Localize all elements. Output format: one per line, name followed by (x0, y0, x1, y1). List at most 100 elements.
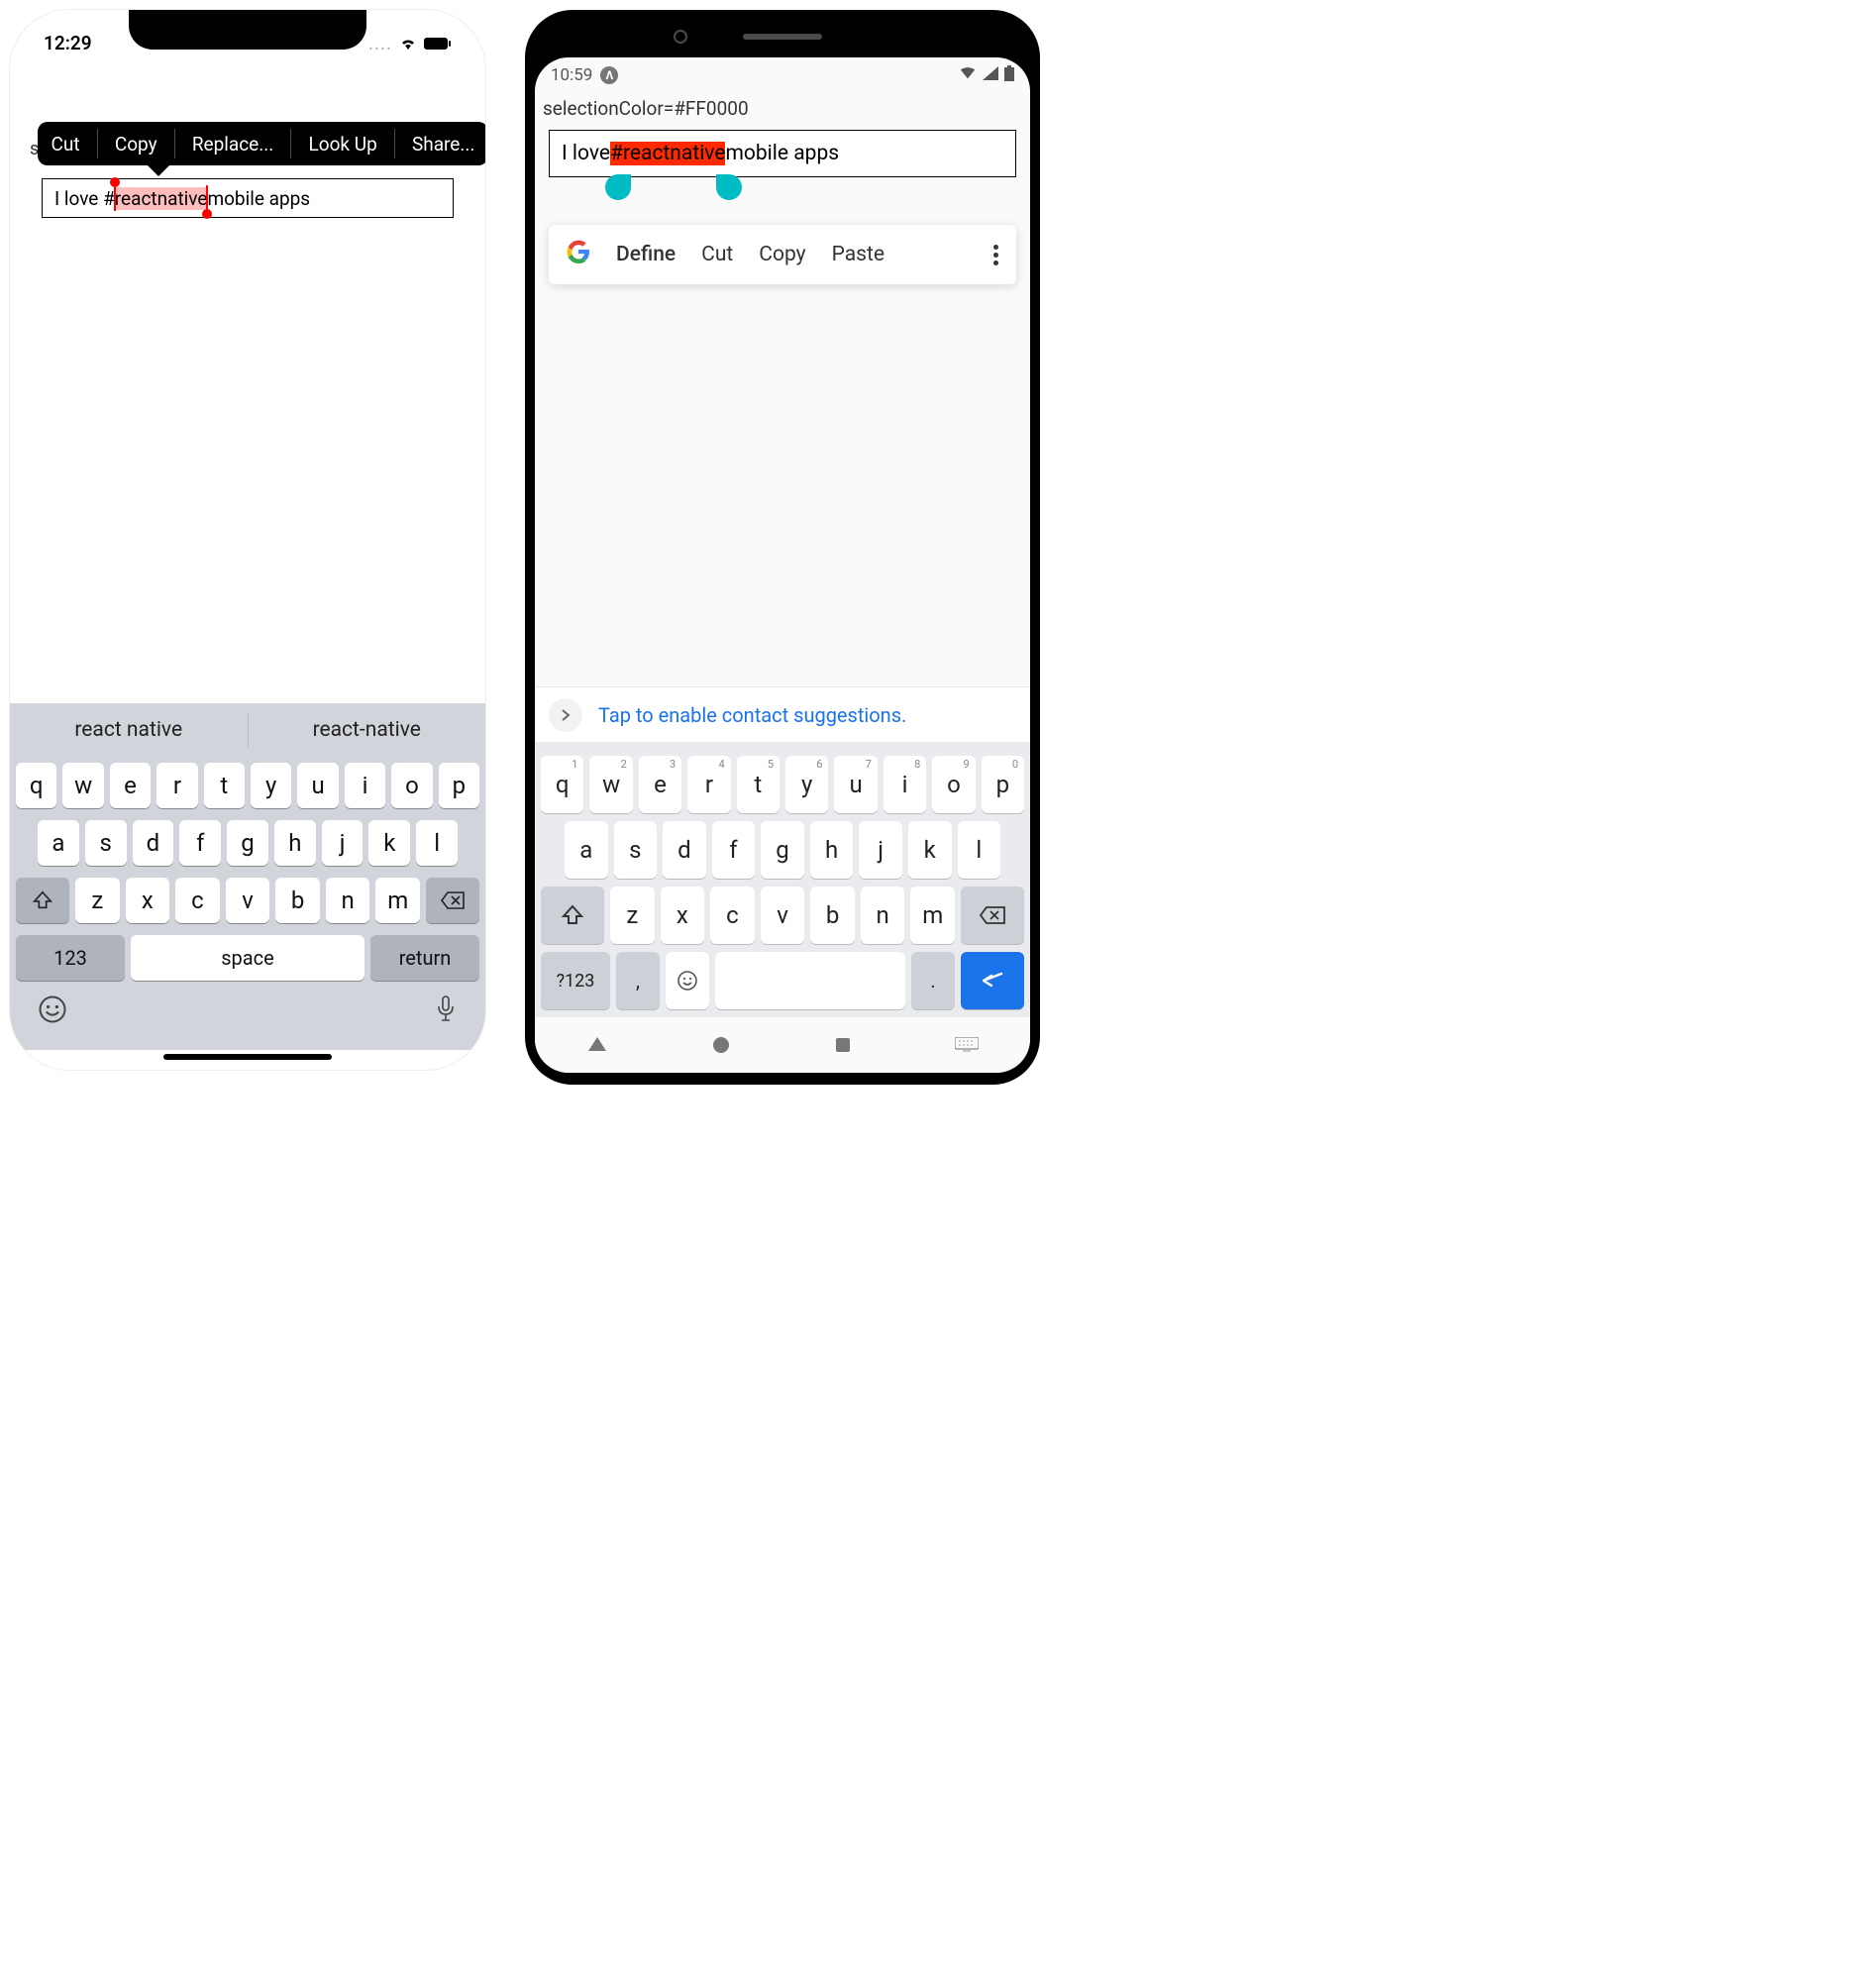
key-q[interactable]: q1 (541, 756, 583, 813)
return-key[interactable]: return (370, 935, 479, 981)
key-g[interactable]: g (227, 820, 268, 866)
selection-handle-left[interactable] (605, 174, 631, 200)
dictation-key[interactable] (434, 994, 458, 1028)
ios-home-indicator[interactable] (163, 1054, 332, 1060)
key-c[interactable]: c (710, 887, 755, 944)
key-p[interactable]: p (439, 763, 479, 808)
key-h[interactable]: h (274, 820, 316, 866)
ios-menu-arrow (147, 164, 170, 176)
key-i[interactable]: i8 (884, 756, 926, 813)
key-e[interactable]: e (110, 763, 151, 808)
key-k[interactable]: k (908, 821, 952, 879)
key-n[interactable]: n (861, 887, 905, 944)
space-key[interactable] (715, 952, 905, 1009)
enter-key[interactable] (961, 952, 1024, 1009)
key-j[interactable]: j (859, 821, 902, 879)
suggestion-1[interactable]: react native (10, 703, 248, 757)
key-p[interactable]: p0 (982, 756, 1024, 813)
android-keyboard-container: Tap to enable contact suggestions. q1 w2… (535, 686, 1030, 1073)
menu-copy[interactable]: Copy (105, 133, 167, 156)
key-n[interactable]: n (326, 878, 370, 923)
key-u[interactable]: u7 (834, 756, 877, 813)
key-r[interactable]: r (156, 763, 197, 808)
input-selection[interactable]: #reactnative (610, 142, 725, 165)
key-e[interactable]: e3 (639, 756, 681, 813)
key-q[interactable]: q (16, 763, 56, 808)
keyboard-switch-icon[interactable] (955, 1037, 979, 1053)
backspace-key[interactable] (426, 878, 479, 923)
numbers-key[interactable]: 123 (16, 935, 125, 981)
key-c[interactable]: c (175, 878, 220, 923)
comma-key[interactable]: , (616, 952, 660, 1009)
key-k[interactable]: k (368, 820, 410, 866)
key-o[interactable]: o9 (932, 756, 975, 813)
emoji-key[interactable] (38, 994, 67, 1028)
key-f[interactable]: f (179, 820, 221, 866)
key-r[interactable]: r4 (687, 756, 730, 813)
key-l[interactable]: l (416, 820, 458, 866)
key-w[interactable]: w2 (589, 756, 632, 813)
key-j[interactable]: j (322, 820, 364, 866)
android-text-input[interactable]: I love #reactnative mobile apps (549, 130, 1016, 177)
menu-lookup[interactable]: Look Up (299, 133, 387, 156)
selection-handle-right[interactable] (716, 174, 742, 200)
ios-device: 12:29 .... se Cut Copy Replace... Look U… (10, 10, 485, 1070)
key-l[interactable]: l (958, 821, 1001, 879)
key-a[interactable]: a (565, 821, 608, 879)
nav-back[interactable] (586, 1034, 608, 1056)
key-g[interactable]: g (761, 821, 804, 879)
android-speaker (743, 34, 822, 40)
menu-replace[interactable]: Replace... (182, 133, 283, 156)
menu-copy[interactable]: Copy (759, 243, 805, 266)
key-m[interactable]: m (910, 887, 955, 944)
symbols-key[interactable]: ?123 (541, 952, 610, 1009)
key-f[interactable]: f (712, 821, 756, 879)
suggestion-hint[interactable]: Tap to enable contact suggestions. (535, 686, 1030, 742)
selection-handle-left[interactable] (114, 185, 116, 211)
key-i[interactable]: i (345, 763, 385, 808)
key-u[interactable]: u (297, 763, 338, 808)
shift-key[interactable] (541, 887, 604, 944)
key-t[interactable]: t5 (737, 756, 780, 813)
key-a[interactable]: a (38, 820, 79, 866)
shift-key[interactable] (16, 878, 69, 923)
key-o[interactable]: o (391, 763, 432, 808)
key-x[interactable]: x (126, 878, 170, 923)
key-s[interactable]: s (614, 821, 658, 879)
key-s[interactable]: s (85, 820, 127, 866)
menu-share[interactable]: Share... (402, 133, 484, 156)
selection-handle-right[interactable] (206, 185, 208, 211)
key-t[interactable]: t (204, 763, 245, 808)
chevron-right-icon[interactable] (549, 698, 582, 732)
key-m[interactable]: m (375, 878, 420, 923)
input-after: mobile apps (725, 142, 839, 165)
key-x[interactable]: x (661, 887, 705, 944)
nav-recent[interactable] (834, 1036, 852, 1054)
key-d[interactable]: d (133, 820, 174, 866)
emoji-key[interactable] (666, 952, 709, 1009)
key-b[interactable]: b (275, 878, 320, 923)
key-h[interactable]: h (810, 821, 854, 879)
menu-cut[interactable]: Cut (42, 133, 90, 156)
period-key[interactable]: . (911, 952, 955, 1009)
menu-more-icon[interactable] (993, 245, 998, 265)
key-v[interactable]: v (226, 878, 270, 923)
key-w[interactable]: w (62, 763, 103, 808)
key-d[interactable]: d (663, 821, 706, 879)
suggestion-2[interactable]: react-native (249, 703, 486, 757)
key-y[interactable]: y6 (785, 756, 828, 813)
ios-text-input[interactable]: I love #reactnative mobile apps (42, 178, 454, 218)
key-y[interactable]: y (251, 763, 291, 808)
space-key[interactable]: space (131, 935, 364, 981)
menu-define[interactable]: Define (616, 243, 676, 266)
key-z[interactable]: z (75, 878, 120, 923)
key-z[interactable]: z (610, 887, 655, 944)
menu-paste[interactable]: Paste (832, 243, 885, 266)
nav-home[interactable] (711, 1035, 731, 1055)
input-selection[interactable]: reactnative (115, 187, 208, 210)
backspace-key[interactable] (961, 887, 1024, 944)
key-b[interactable]: b (810, 887, 855, 944)
key-v[interactable]: v (761, 887, 805, 944)
menu-cut[interactable]: Cut (701, 243, 733, 266)
kb-row-4: ?123 , . (541, 948, 1024, 1013)
